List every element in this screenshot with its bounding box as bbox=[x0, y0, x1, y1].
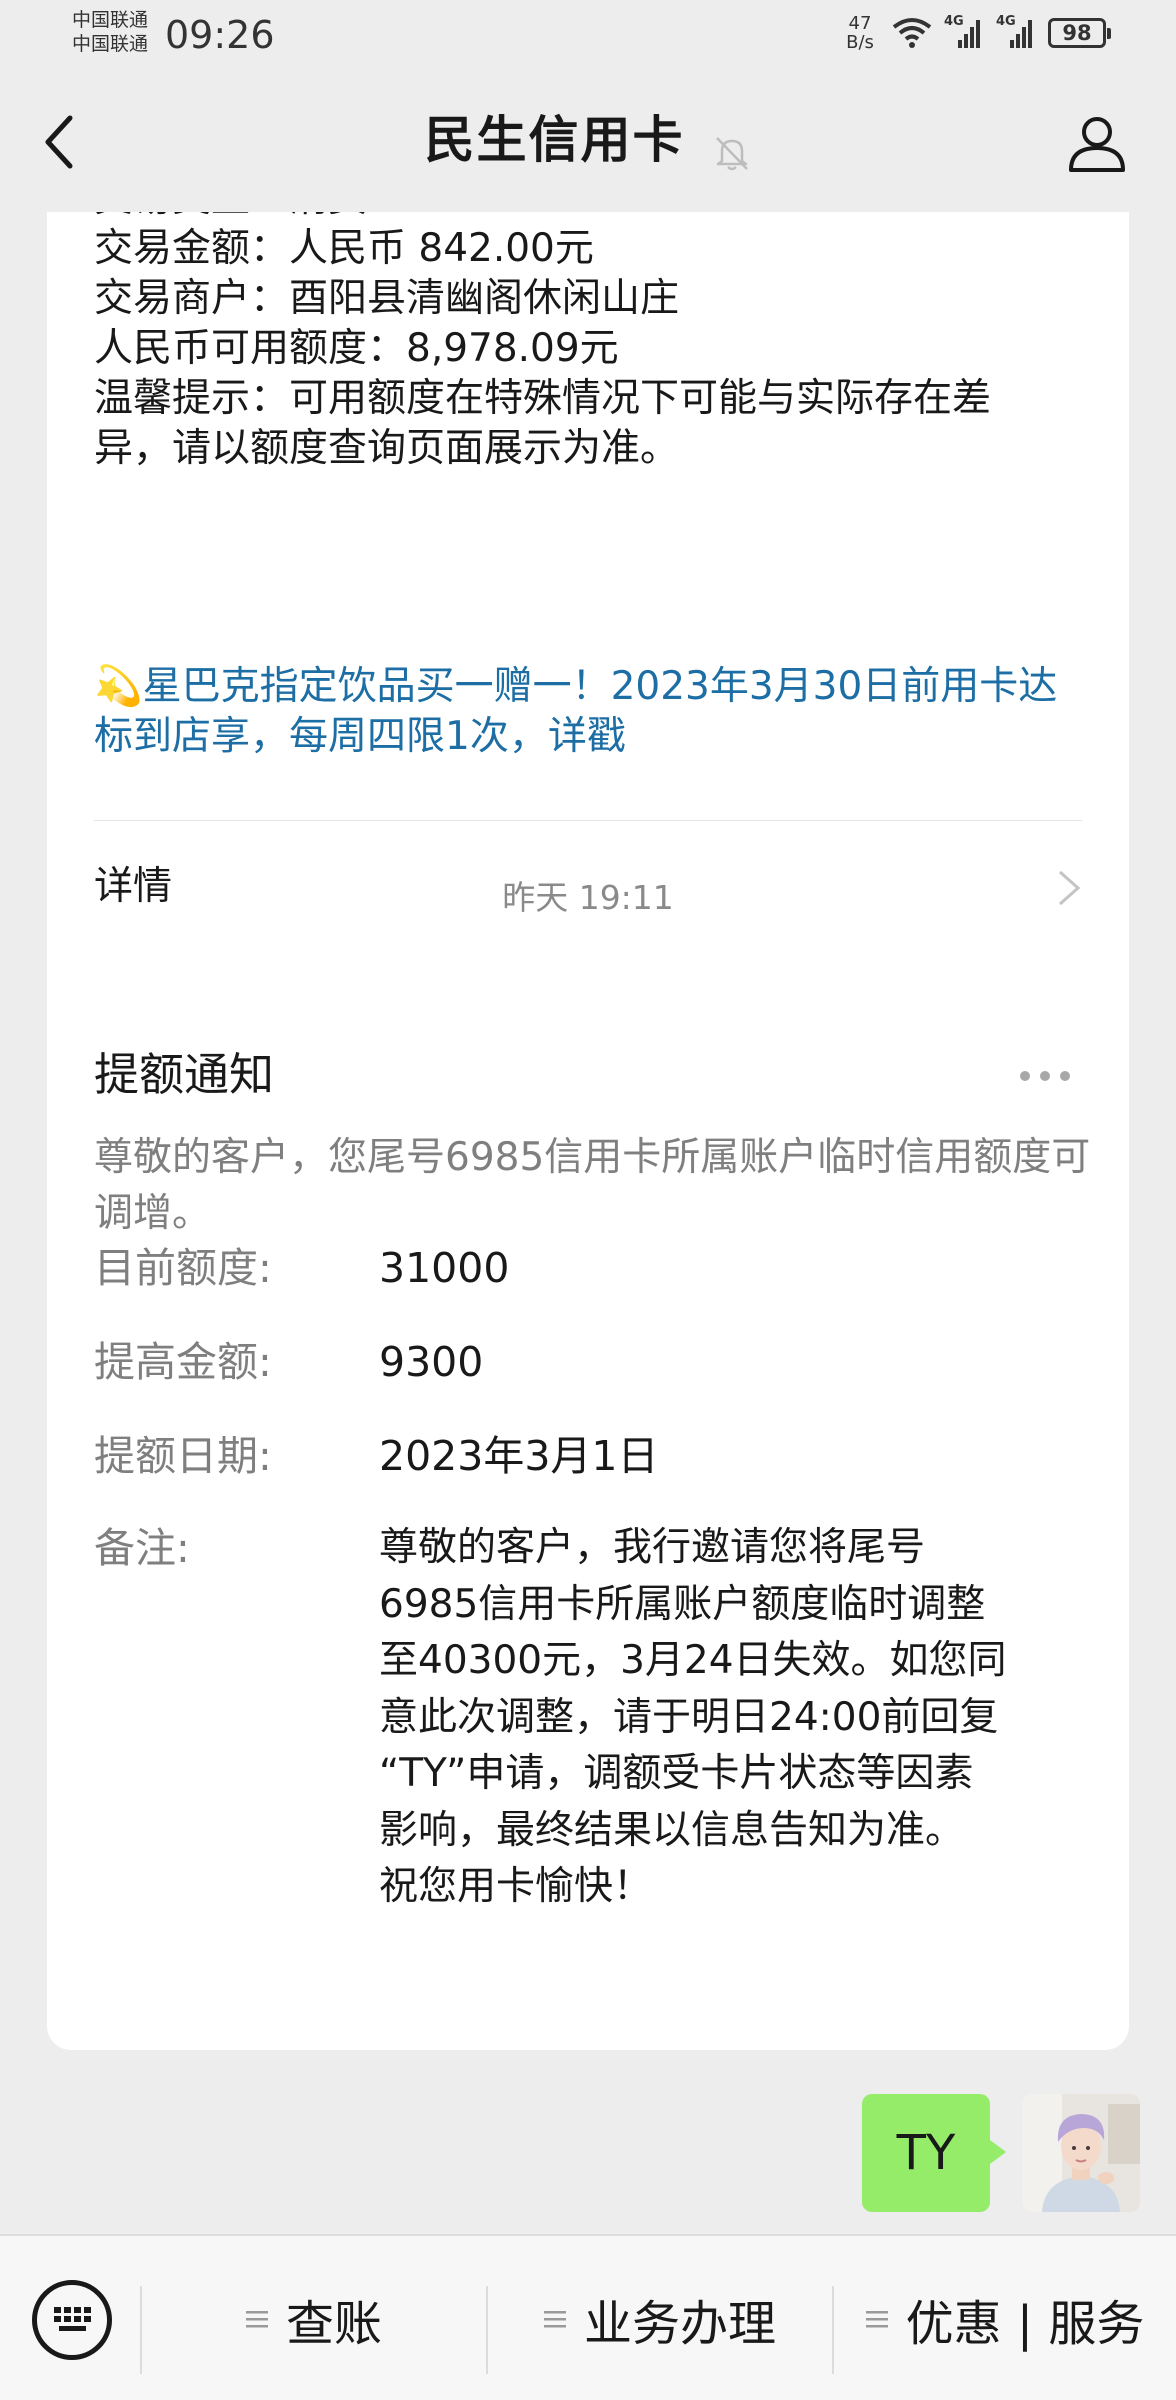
signal-icon-1: 4G bbox=[944, 14, 984, 50]
available-credit-line: 人民币可用额度：8,978.09元 bbox=[94, 326, 619, 371]
carrier-name-2: 中国联通 bbox=[72, 33, 149, 55]
transaction-type-line: 交易类型：消费 bbox=[94, 212, 367, 224]
note-line: 至40300元，3月24日失效。如您同 bbox=[379, 1638, 1007, 1683]
menu-lines-icon bbox=[865, 2311, 888, 2328]
tip-line-1: 温馨提示：可用额度在特殊情况下可能与实际存在差 bbox=[94, 376, 992, 421]
card-description: 尊敬的客户，您尾号6985信用卡所属账户临时信用额度可调增。 bbox=[94, 1135, 1091, 1236]
current-limit-value: 31000 bbox=[379, 1244, 510, 1292]
note-line: 6985信用卡所属账户额度临时调整 bbox=[379, 1581, 986, 1627]
note-line: 意此次调整，请于明日24:00前回复 bbox=[379, 1694, 999, 1740]
menu-item-business[interactable]: 业务办理 bbox=[488, 2236, 832, 2400]
more-icon[interactable] bbox=[1017, 1068, 1073, 1084]
status-icons: 47 B/s 4G 4G 98 bbox=[840, 14, 1111, 52]
message-timestamp: 昨天 19:11 bbox=[502, 878, 674, 917]
note-line: “TY”申请，调额受卡片状态等因素 bbox=[379, 1751, 974, 1796]
profile-icon[interactable] bbox=[1066, 112, 1128, 174]
increase-date-label: 提额日期: bbox=[94, 1432, 272, 1480]
current-limit-label: 目前额度: bbox=[94, 1244, 272, 1292]
menu-lines-icon bbox=[543, 2311, 566, 2328]
transaction-merchant-line: 交易商户：酉阳县清幽阁休闲山庄 bbox=[94, 276, 680, 321]
network-speed-unit: B/s bbox=[846, 32, 874, 53]
network-speed: 47 B/s bbox=[840, 14, 880, 52]
increase-amount-label: 提高金额: bbox=[94, 1338, 272, 1386]
menu-lines-icon bbox=[245, 2311, 268, 2328]
increase-amount-value: 9300 bbox=[379, 1338, 484, 1386]
divider bbox=[94, 820, 1082, 821]
note-line: 祝您用卡愉快！ bbox=[379, 1864, 653, 1909]
promo-link[interactable]: 💫星巴克指定饮品买一赠一！2023年3月30日前用卡达标到店享，每周四限1次，详… bbox=[94, 662, 1084, 762]
clock: 09:26 bbox=[165, 13, 275, 57]
page-title: 民生信用卡 bbox=[424, 111, 685, 169]
note-text: 尊敬的客户，我行邀请您将尾号 6985信用卡所属账户额度临时调整 至40300元… bbox=[379, 1520, 1079, 1916]
carrier-names: 中国联通 中国联通 bbox=[72, 8, 148, 56]
keyboard-toggle-button[interactable] bbox=[32, 2280, 112, 2360]
wifi-icon bbox=[892, 18, 932, 48]
increase-date-value: 2023年3月1日 bbox=[379, 1432, 659, 1480]
nav-bar: 民生信用卡 bbox=[0, 70, 1176, 212]
menu-item-offers-label: 优惠 | 服务 bbox=[905, 2296, 1145, 2352]
card-title: 提额通知 bbox=[94, 1048, 275, 1101]
network-speed-value: 47 bbox=[848, 13, 872, 34]
keyboard-icon bbox=[54, 2307, 91, 2331]
chat-content[interactable]: 交易类型：消费 交易金额：人民币 842.00元 交易商户：酉阳县清幽阁休闲山庄… bbox=[0, 212, 1176, 2234]
carrier-name-1: 中国联通 bbox=[72, 9, 149, 31]
limit-increase-card[interactable]: 提额通知 尊敬的客户，您尾号6985信用卡所属账户临时信用额度可调增。 目前额度… bbox=[47, 960, 1129, 2050]
battery-icon: 98 bbox=[1048, 18, 1111, 48]
sent-message-bubble[interactable]: TY bbox=[862, 2094, 1006, 2212]
menu-item-offers[interactable]: 优惠 | 服务 bbox=[834, 2236, 1176, 2400]
menu-item-bill-label: 查账 bbox=[285, 2296, 382, 2352]
signal-icon-2: 4G bbox=[996, 14, 1036, 50]
avatar[interactable] bbox=[1022, 2094, 1140, 2212]
menu-item-business-label: 业务办理 bbox=[583, 2296, 776, 2352]
status-bar: 中国联通 中国联通 09:26 47 B/s 4G 4G 98 bbox=[0, 0, 1176, 70]
menu-item-bill[interactable]: 查账 bbox=[142, 2236, 486, 2400]
bottom-menu: 查账 业务办理 优惠 | 服务 bbox=[0, 2234, 1176, 2400]
tip-line-2: 异，请以额度查询页面展示为准。 bbox=[94, 426, 680, 471]
note-line: 影响，最终结果以信息告知为准。 bbox=[379, 1807, 965, 1853]
sparkle-icon: 💫 bbox=[94, 664, 143, 709]
promo-text: 星巴克指定饮品买一赠一！2023年3月30日前用卡达标到店享，每周四限1次，详戳 bbox=[94, 664, 1058, 759]
nav-title-wrap: 民生信用卡 bbox=[0, 108, 1176, 173]
note-label: 备注: bbox=[94, 1524, 190, 1572]
transaction-amount-line: 交易金额：人民币 842.00元 bbox=[94, 226, 594, 271]
note-line: 尊敬的客户，我行邀请您将尾号 bbox=[379, 1525, 926, 1570]
mute-icon bbox=[715, 136, 748, 170]
